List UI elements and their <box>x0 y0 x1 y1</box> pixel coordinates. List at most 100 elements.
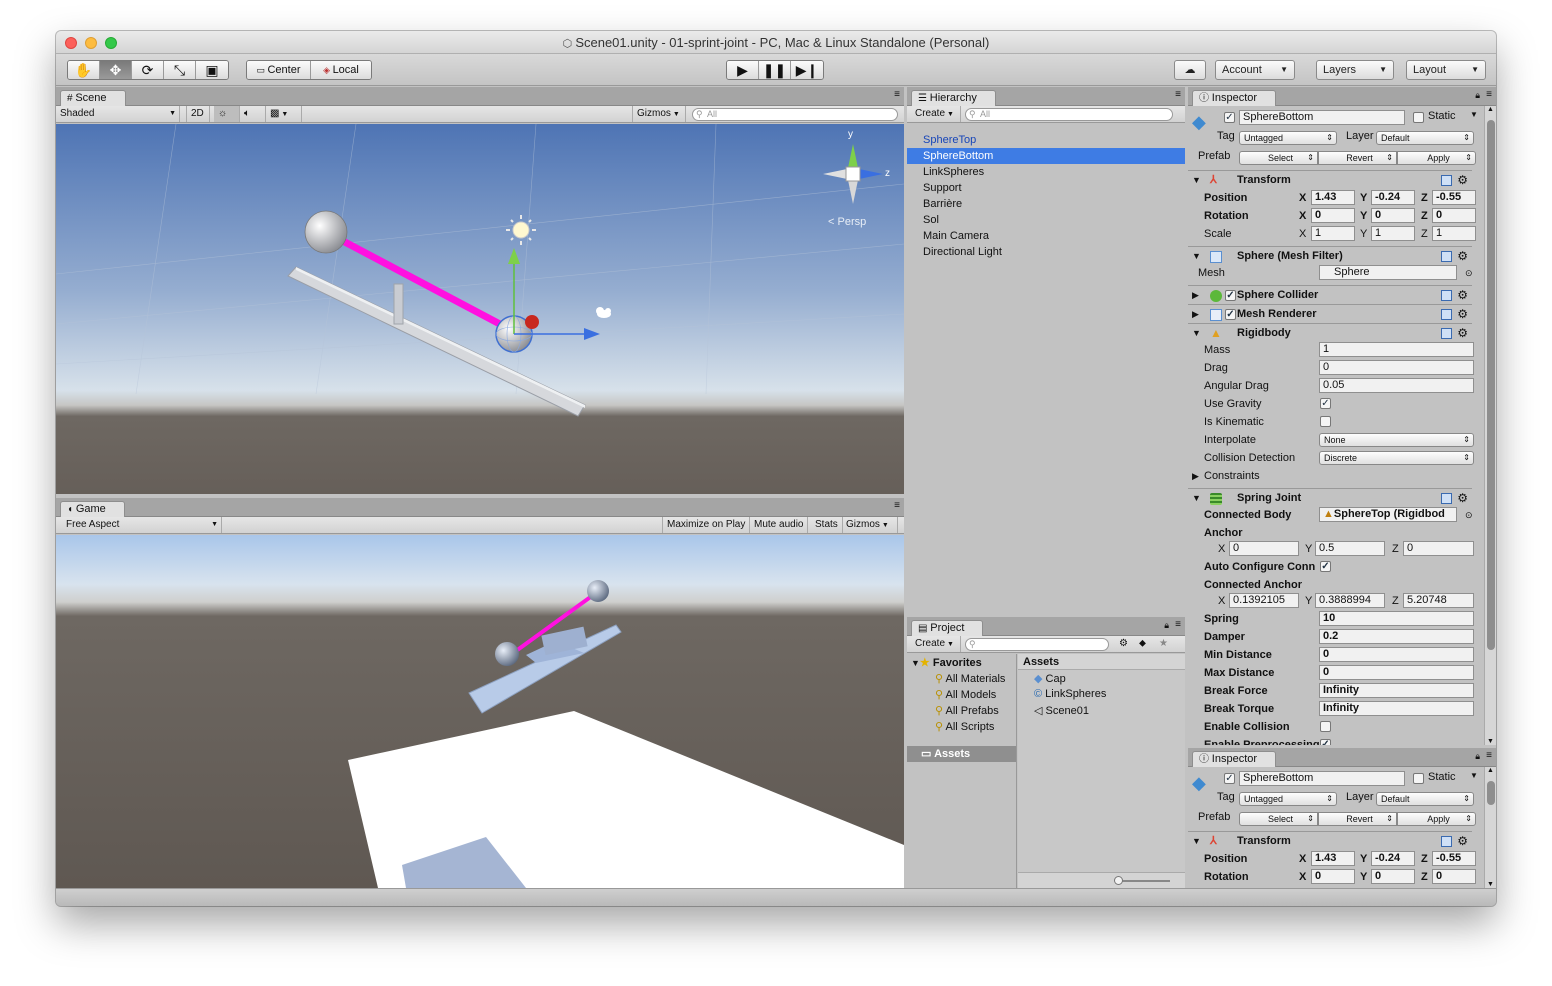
hierarchy-create-dropdown[interactable]: Create ▼ <box>911 106 961 122</box>
connected-body-field[interactable]: ▲SphereTop (Rigidbod <box>1319 507 1457 522</box>
hierarchy-item-sol[interactable]: Sol <box>907 212 1185 228</box>
move-gizmo-x[interactable] <box>525 315 539 329</box>
inspector-scrollbar[interactable]: ▲ ▼ <box>1484 106 1496 745</box>
stats-toggle[interactable]: Stats <box>811 517 843 533</box>
break-torque-field[interactable]: Infinity <box>1319 701 1474 716</box>
sphere-collider-component-header[interactable]: ▶ ✓ Sphere Collider ⚙ <box>1188 285 1472 304</box>
drag-field[interactable]: 0 <box>1319 360 1474 375</box>
spring-joint-component-header[interactable]: ▼ Spring Joint ⚙ <box>1188 488 1472 507</box>
layers-dropdown[interactable]: Layers ▼ <box>1316 60 1394 80</box>
maximize-on-play-toggle[interactable]: Maximize on Play <box>662 517 751 533</box>
pivot-center-button[interactable]: ▭ Center <box>247 61 311 79</box>
hierarchy-item-spheretop[interactable]: SphereTop <box>907 132 1185 148</box>
prefab-revert-button[interactable]: Revert <box>1318 812 1397 826</box>
prefab-select-button[interactable]: Select <box>1239 812 1318 826</box>
static-checkbox[interactable] <box>1413 773 1424 784</box>
active-checkbox[interactable]: ✓ <box>1224 773 1235 784</box>
fav-all-models[interactable]: ⚲ All Models <box>935 688 996 701</box>
help-book-icon[interactable] <box>1441 493 1452 504</box>
sphere-collider-enabled-checkbox[interactable]: ✓ <box>1225 290 1236 301</box>
persp-label[interactable]: < Persp <box>828 216 866 228</box>
favorite-star-icon[interactable]: ★ <box>1159 636 1168 652</box>
scale-y-field[interactable]: 1 <box>1371 226 1415 241</box>
enable-preprocessing-checkbox[interactable]: ✓ <box>1320 739 1331 745</box>
lock-icon[interactable]: 🔒︎ <box>1164 620 1169 631</box>
hierarchy-search-input[interactable]: ⚲ All <box>965 108 1173 121</box>
transform-component-header[interactable]: ▼ ⅄ Transform ⚙ <box>1188 170 1472 189</box>
pause-button[interactable]: ❚❚ <box>759 61 791 79</box>
min-distance-field[interactable]: 0 <box>1319 647 1474 662</box>
scroll-down-icon[interactable]: ▼ <box>1487 738 1494 745</box>
project-search-input[interactable]: ⚲ <box>965 638 1109 651</box>
step-button[interactable]: ▶❙ <box>791 61 823 79</box>
prefab-revert-button[interactable]: Revert <box>1318 151 1397 165</box>
static-checkbox[interactable] <box>1413 112 1424 123</box>
help-book-icon[interactable] <box>1441 175 1452 186</box>
close-window-button[interactable] <box>65 37 77 49</box>
inspector2-scrollbar-thumb[interactable] <box>1487 781 1495 805</box>
panel-menu-icon[interactable]: ≡ <box>894 89 900 100</box>
is-kinematic-checkbox[interactable] <box>1320 416 1331 427</box>
hierarchy-item-barriere[interactable]: Barrière <box>907 196 1185 212</box>
break-force-field[interactable]: Infinity <box>1319 683 1474 698</box>
object-picker-icon[interactable]: ⊙ <box>1465 506 1473 524</box>
shading-dropdown[interactable]: Shaded ▼ <box>56 106 180 122</box>
help-book-icon[interactable] <box>1441 309 1452 320</box>
tag-dropdown[interactable]: Untagged <box>1239 792 1337 806</box>
fav-all-materials[interactable]: ⚲ All Materials <box>935 672 1005 685</box>
auto-configure-checkbox[interactable]: ✓ <box>1320 561 1331 572</box>
zoom-slider-track[interactable] <box>1118 880 1170 882</box>
audio-toggle[interactable]: 🔈︎ <box>240 106 266 122</box>
hierarchy-item-spherebottom[interactable]: SphereBottom <box>907 148 1185 164</box>
prefab-apply-button[interactable]: Apply <box>1397 812 1476 826</box>
object-name-field[interactable]: SphereBottom <box>1239 110 1405 125</box>
prefab-select-button[interactable]: Select <box>1239 151 1318 165</box>
angular-drag-field[interactable]: 0.05 <box>1319 378 1474 393</box>
lighting-toggle[interactable]: ☼ <box>214 106 240 122</box>
constraints-row[interactable]: ▶ Constraints <box>1188 467 1472 485</box>
pivot-local-button[interactable]: ◈ Local <box>311 61 371 79</box>
max-distance-field[interactable]: 0 <box>1319 665 1474 680</box>
chevron-down-icon[interactable]: ▼ <box>1470 110 1478 119</box>
rotation-x-field[interactable]: 0 <box>1311 869 1355 884</box>
account-dropdown[interactable]: Account ▼ <box>1215 60 1295 80</box>
position-z-field[interactable]: -0.55 <box>1432 851 1476 866</box>
scroll-up-icon[interactable]: ▲ <box>1487 767 1494 774</box>
gizmos-dropdown[interactable]: Gizmos ▼ <box>632 106 686 122</box>
scale-icon[interactable]: ⤡ <box>164 61 196 79</box>
lock-icon[interactable]: 🔒︎ <box>1475 90 1480 101</box>
game-viewport[interactable] <box>56 535 904 888</box>
layer-dropdown[interactable]: Default <box>1376 792 1474 806</box>
hierarchy-item-linkspheres[interactable]: LinkSpheres <box>907 164 1185 180</box>
help-book-icon[interactable] <box>1441 290 1452 301</box>
gear-icon[interactable]: ⚙ <box>1457 305 1468 324</box>
filter-type-icon[interactable]: ⚙ <box>1119 636 1128 652</box>
tab-game[interactable]: ◖ Game <box>60 501 125 517</box>
filter-label-icon[interactable]: ⬥ <box>1139 636 1146 652</box>
object-picker-icon[interactable]: ⊙ <box>1465 264 1473 282</box>
move-icon[interactable]: ✥ <box>100 61 132 79</box>
aspect-dropdown[interactable]: Free Aspect ▼ <box>62 517 222 533</box>
hierarchy-item-directional-light[interactable]: Directional Light <box>907 244 1185 260</box>
tag-dropdown[interactable]: Untagged <box>1239 131 1337 145</box>
interpolate-dropdown[interactable]: None <box>1319 433 1474 447</box>
game-sphere-top[interactable] <box>587 580 609 602</box>
zoom-slider-thumb[interactable] <box>1114 876 1123 885</box>
damper-field[interactable]: 0.2 <box>1319 629 1474 644</box>
cloud-button[interactable]: ☁ <box>1174 60 1206 80</box>
panel-menu-icon[interactable]: ≡ <box>1175 619 1181 630</box>
mesh-renderer-enabled-checkbox[interactable]: ✓ <box>1225 309 1236 320</box>
tab-hierarchy[interactable]: ☰ Hierarchy <box>911 90 996 106</box>
minimize-window-button[interactable] <box>85 37 97 49</box>
active-checkbox[interactable]: ✓ <box>1224 112 1235 123</box>
anchor-y-field[interactable]: 0.5 <box>1315 541 1385 556</box>
position-x-field[interactable]: 1.43 <box>1311 190 1355 205</box>
mute-audio-toggle[interactable]: Mute audio <box>750 517 809 533</box>
scale-z-field[interactable]: 1 <box>1432 226 1476 241</box>
rotation-y-field[interactable]: 0 <box>1371 869 1415 884</box>
connected-anchor-x-field[interactable]: 0.1392105 <box>1229 593 1299 608</box>
assets-folder-node[interactable]: ▭ Assets <box>907 746 1016 762</box>
object-name-field[interactable]: SphereBottom <box>1239 771 1405 786</box>
sphere-top[interactable] <box>304 210 348 254</box>
rotation-x-field[interactable]: 0 <box>1311 208 1355 223</box>
